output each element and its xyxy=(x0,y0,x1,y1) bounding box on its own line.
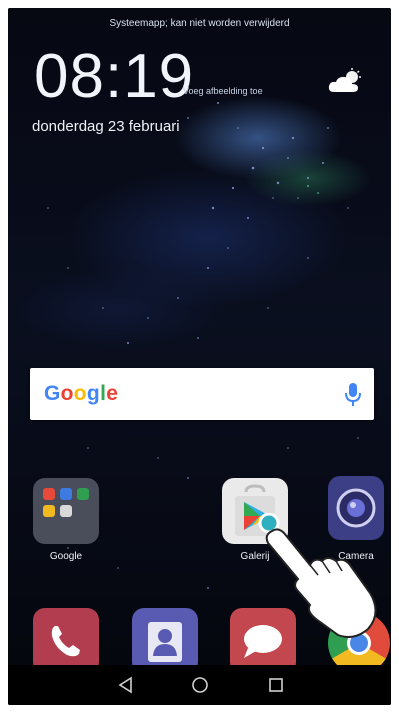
navigation-bar xyxy=(8,665,391,705)
phone-screen: Systeemapp; kan niet worden verwijderd 0… xyxy=(8,8,391,705)
folder-app-icon xyxy=(60,488,72,500)
folder-app-icon xyxy=(43,488,55,500)
back-triangle-icon[interactable] xyxy=(116,675,136,695)
folder-app-icon xyxy=(43,505,55,517)
partly-cloudy-icon[interactable] xyxy=(328,68,362,94)
google-logo: Google xyxy=(44,382,119,405)
recents-square-icon[interactable] xyxy=(266,675,286,695)
app-label-google: Google xyxy=(49,551,83,562)
lockscreen-date: donderdag 23 februari xyxy=(32,118,180,135)
microphone-icon[interactable] xyxy=(344,381,362,407)
system-toast: Systeemapp; kan niet worden verwijderd xyxy=(109,18,290,29)
google-folder[interactable] xyxy=(33,478,99,544)
pointing-hand-icon xyxy=(258,513,377,638)
clock-hint: Voeg afbeelding toe xyxy=(183,86,263,96)
folder-app-icon xyxy=(60,505,72,517)
lockscreen-clock: 08:19 xyxy=(34,42,195,111)
google-search-bar[interactable]: Google xyxy=(30,368,374,420)
folder-app-icon xyxy=(77,488,89,500)
home-circle-icon[interactable] xyxy=(190,675,210,695)
